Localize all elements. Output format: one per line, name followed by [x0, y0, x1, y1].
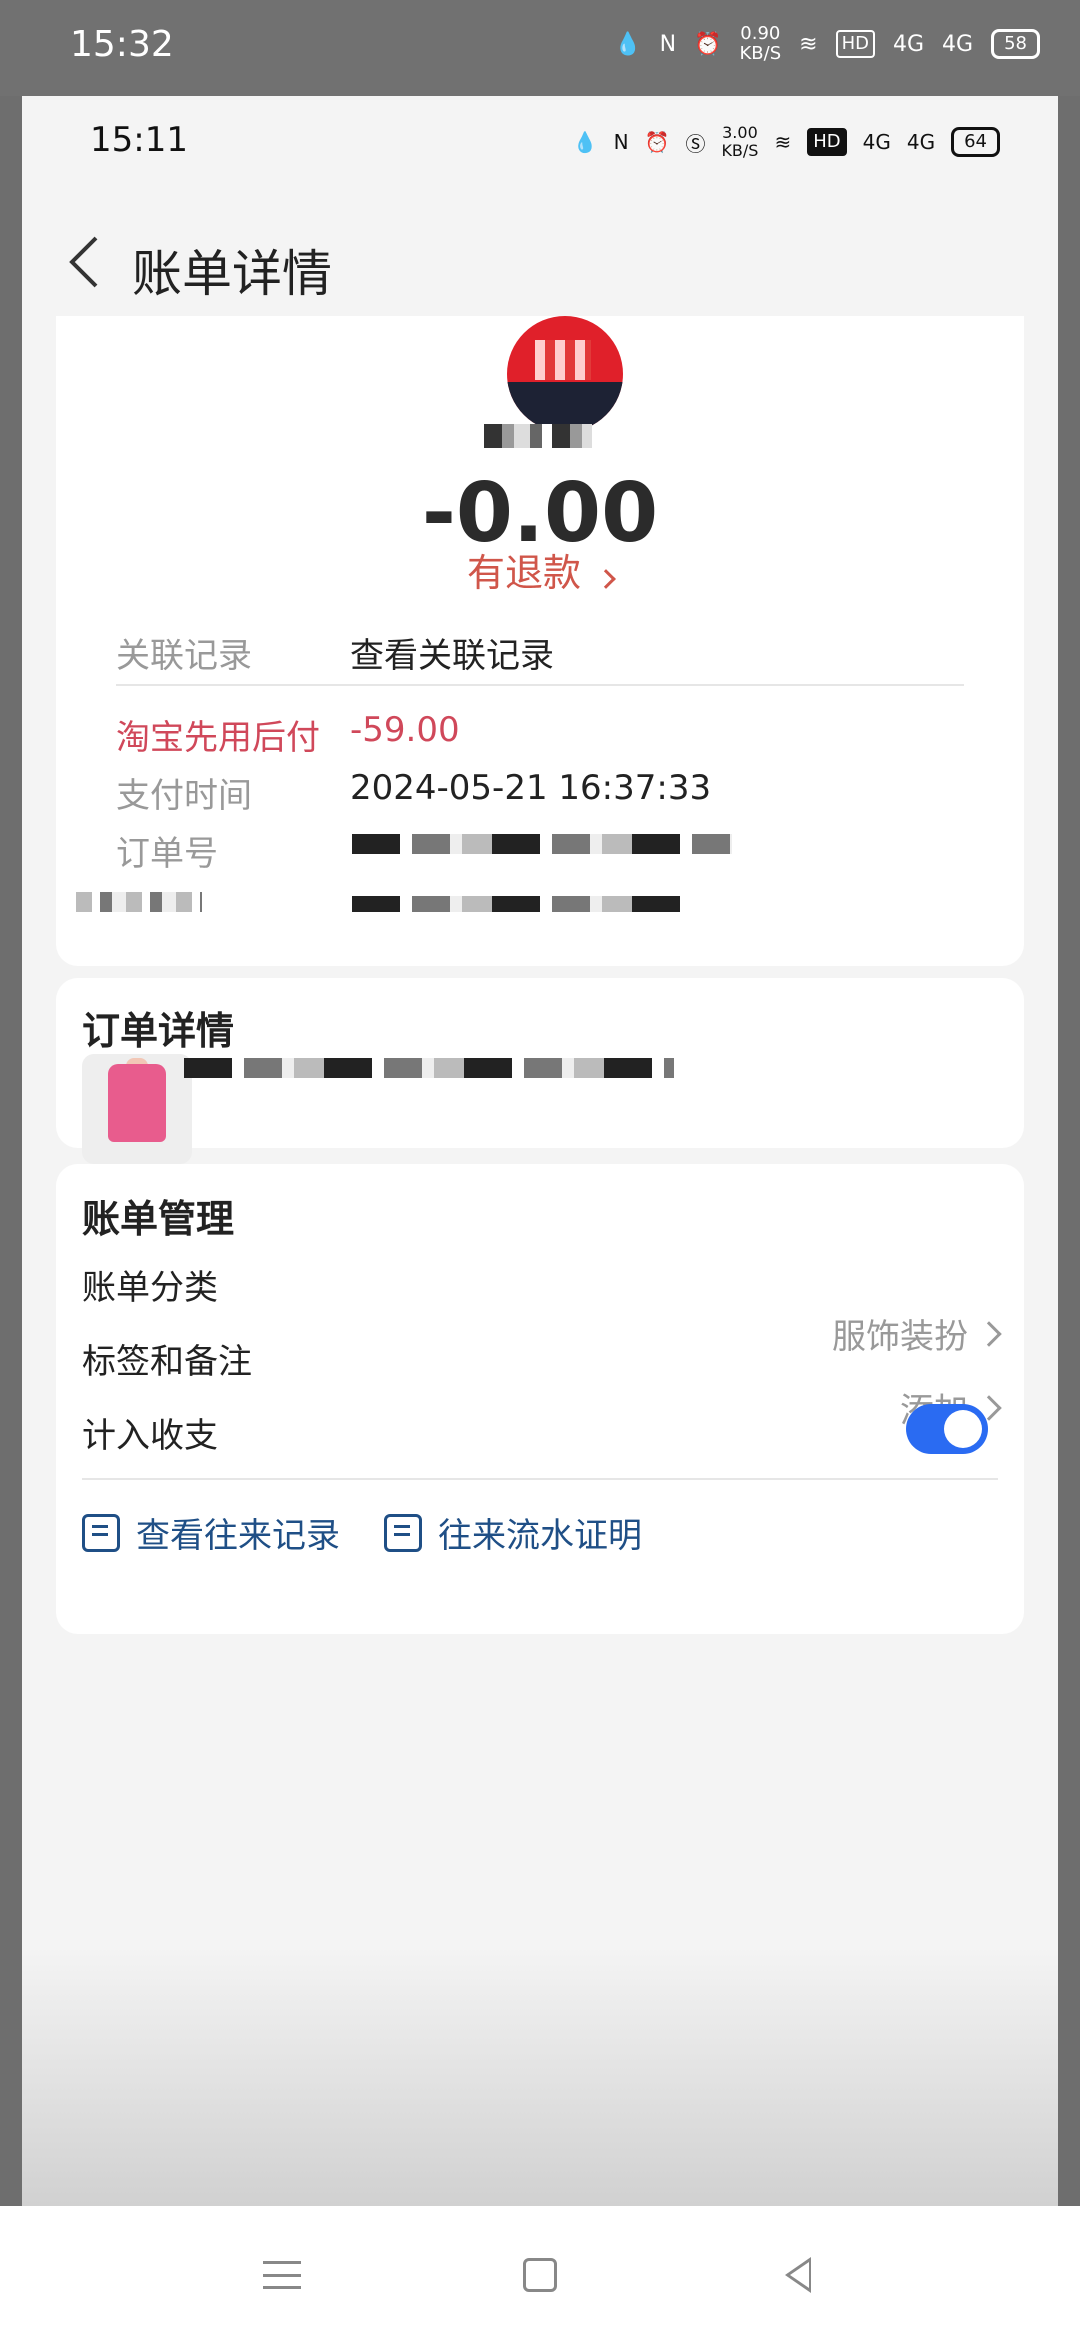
- outer-status-bar: 15:32 💧 N ⏰ 0.90 KB/S ≋ HD 4G 4G 58: [0, 0, 1080, 96]
- include-in-budget-label: 计入收支: [82, 1416, 218, 1456]
- bill-category-label: 账单分类: [82, 1268, 218, 1308]
- app-header: 账单详情: [22, 192, 1058, 332]
- product-title-redacted: [184, 1058, 674, 1078]
- nfc-icon: N: [659, 31, 677, 57]
- include-in-budget-row: 计入收支: [82, 1408, 998, 1457]
- hd-icon: HD: [807, 128, 847, 156]
- droplet-icon: 💧: [572, 130, 598, 154]
- droplet-icon: 💧: [614, 31, 642, 57]
- taobao-label: 淘宝先用后付: [116, 718, 320, 758]
- signal-icon-1: 4G: [862, 130, 891, 154]
- inner-screen: 15:11 💧 N ⏰ Ⓢ 3.00 KB/S ≋ HD 4G 4G 64 账单…: [22, 96, 1058, 2206]
- signal-icon-2: 4G: [906, 130, 936, 154]
- alarm-icon: ⏰: [644, 130, 670, 154]
- home-icon: [523, 2258, 557, 2292]
- taobao-value: -59.00: [350, 710, 460, 750]
- view-history-action[interactable]: 查看往来记录: [82, 1508, 340, 1557]
- divider: [82, 1478, 998, 1480]
- page-title: 账单详情: [132, 245, 332, 303]
- shield-icon: Ⓢ: [685, 131, 706, 156]
- row-label-redacted: [76, 892, 202, 912]
- toggle-knob: [944, 1410, 982, 1448]
- document-icon: [384, 1513, 422, 1552]
- signal-icon-1: 4G: [893, 31, 925, 57]
- bill-summary-card: -0.00 有退款 关联记录 查看关联记录 淘宝先用后付 -59.00 支付时间…: [56, 316, 1024, 966]
- back-nav-button[interactable]: [768, 2250, 828, 2300]
- merchant-avatar: [507, 316, 623, 432]
- refund-label: 有退款: [466, 551, 581, 595]
- transaction-proof-action[interactable]: 往来流水证明: [384, 1508, 642, 1557]
- hd-icon: HD: [835, 30, 875, 58]
- menu-icon: [263, 2261, 301, 2289]
- bill-category-row[interactable]: 账单分类 服饰装扮: [82, 1260, 1002, 1357]
- outer-time: 15:32: [70, 24, 174, 65]
- system-nav-bar: [0, 2206, 1080, 2340]
- inner-status-icons: 💧 N ⏰ Ⓢ 3.00 KB/S ≋ HD 4G 4G 64: [573, 124, 1000, 160]
- tags-notes-label: 标签和备注: [82, 1342, 252, 1382]
- bottom-fade-overlay: [22, 1946, 1058, 2206]
- chevron-left-icon: [69, 236, 98, 288]
- chevron-right-icon: [596, 569, 616, 589]
- bill-management-card: 账单管理 账单分类 服饰装扮 标签和备注 添加 计入收支 查看往来记录: [56, 1164, 1024, 1634]
- back-triangle-icon: [785, 2257, 811, 2293]
- related-record-link[interactable]: 查看关联记录: [350, 628, 554, 677]
- outer-status-icons: 💧 N ⏰ 0.90 KB/S ≋ HD 4G 4G 58: [614, 24, 1040, 64]
- pay-time-label: 支付时间: [116, 776, 252, 816]
- nfc-icon: N: [613, 130, 629, 154]
- order-details-title: 订单详情: [82, 1009, 235, 1053]
- order-details-card[interactable]: 订单详情: [56, 978, 1024, 1164]
- order-no-label: 订单号: [116, 834, 218, 874]
- inner-time: 15:11: [90, 120, 188, 160]
- battery-icon: 58: [991, 29, 1040, 59]
- row-value-redacted: [352, 896, 682, 912]
- bill-management-title: 账单管理: [82, 1197, 235, 1241]
- related-label: 关联记录: [116, 636, 252, 676]
- signal-icon-2: 4G: [942, 31, 974, 57]
- net-speed: 0.90 KB/S: [739, 23, 782, 64]
- pay-time-value: 2024-05-21 16:37:33: [350, 768, 712, 808]
- tags-notes-row[interactable]: 标签和备注 添加: [82, 1334, 1002, 1431]
- wifi-icon: ≋: [799, 31, 818, 57]
- wifi-icon: ≋: [774, 130, 792, 154]
- transaction-proof-label: 往来流水证明: [438, 1516, 642, 1556]
- back-button[interactable]: [58, 232, 108, 292]
- view-history-label: 查看往来记录: [136, 1516, 340, 1556]
- refund-link[interactable]: 有退款: [56, 542, 1024, 597]
- product-thumbnail: [82, 1054, 192, 1164]
- divider: [116, 684, 964, 686]
- home-button[interactable]: [510, 2250, 570, 2300]
- include-in-budget-toggle[interactable]: [906, 1404, 988, 1454]
- alarm-icon: ⏰: [694, 31, 722, 57]
- battery-icon: 64: [951, 127, 1000, 157]
- inner-status-bar: 15:11 💧 N ⏰ Ⓢ 3.00 KB/S ≋ HD 4G 4G 64: [22, 96, 1058, 192]
- order-no-redacted: [352, 834, 732, 854]
- net-speed: 3.00 KB/S: [721, 123, 759, 160]
- menu-button[interactable]: [252, 2250, 312, 2300]
- record-search-icon: [82, 1513, 120, 1552]
- merchant-name-redacted: [484, 424, 592, 448]
